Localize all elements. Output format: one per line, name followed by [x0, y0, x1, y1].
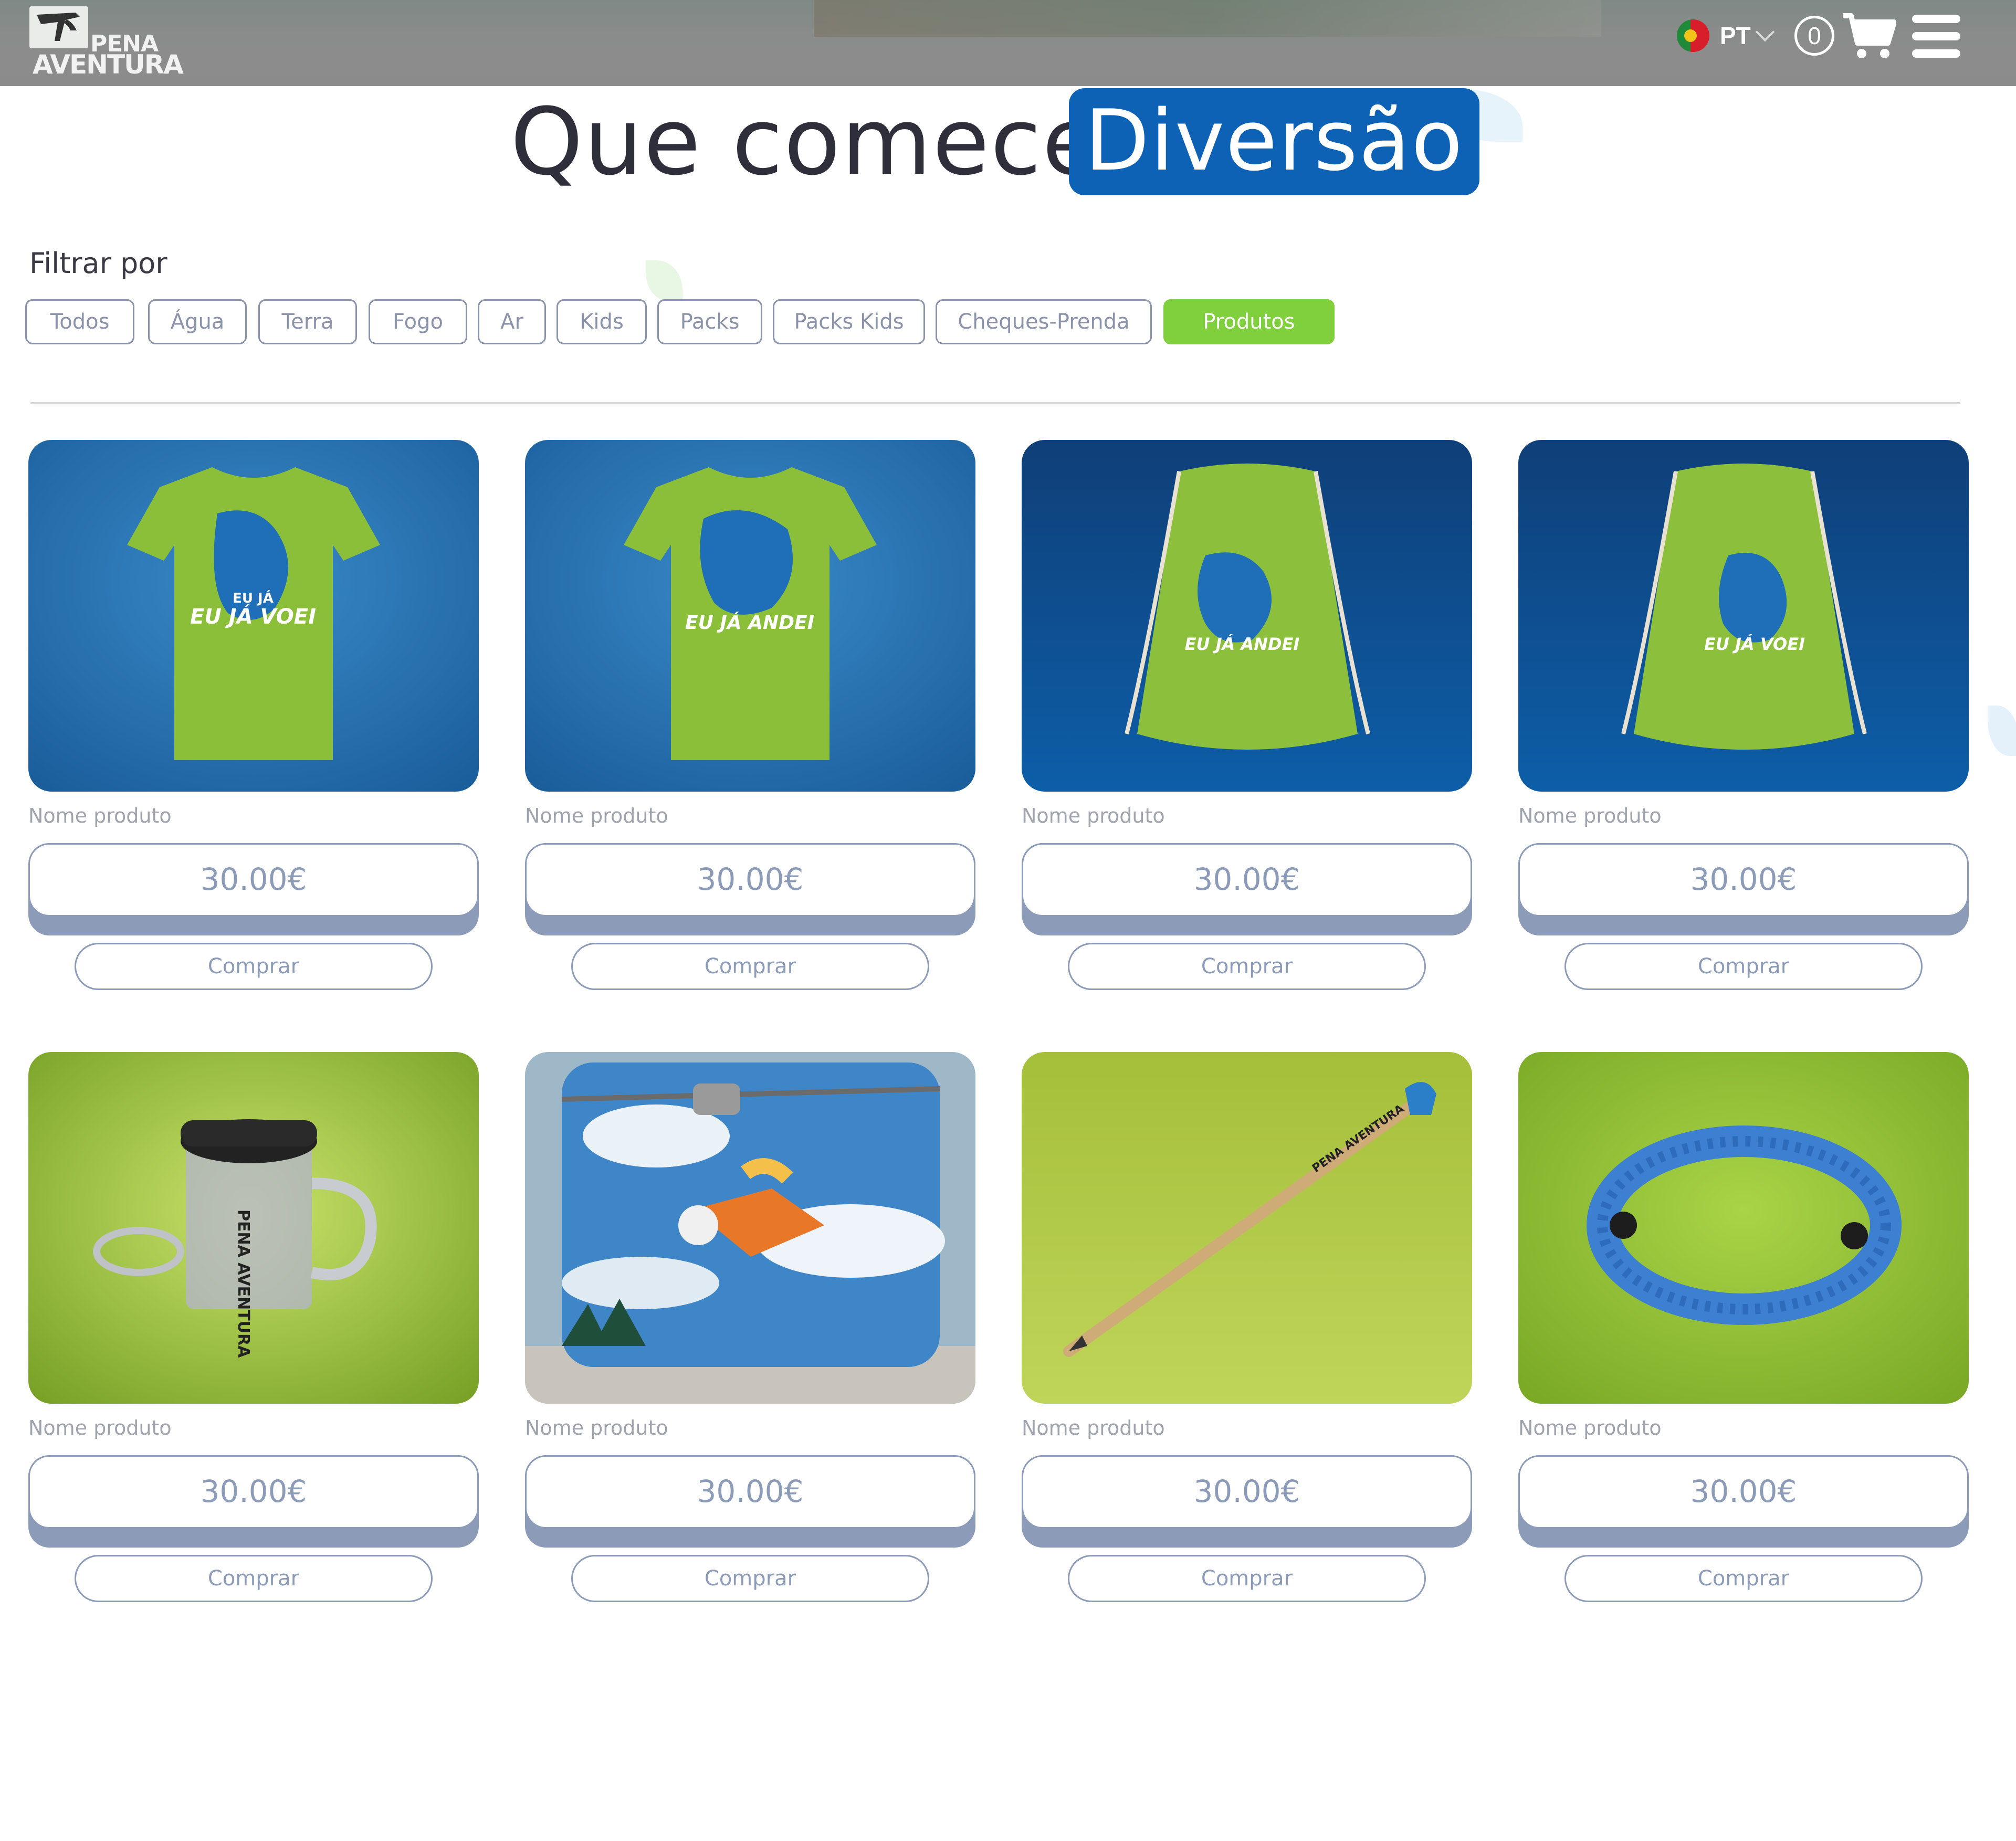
- site-logo[interactable]: PENA AVENTURA: [29, 3, 184, 80]
- price-box: 30.00€: [28, 843, 479, 935]
- decorative-leaf: [646, 260, 682, 302]
- image-text: EU JÁ VOEI: [190, 604, 316, 629]
- filter-chip-agua[interactable]: Água: [148, 299, 247, 344]
- filter-chip-packs[interactable]: Packs: [657, 299, 762, 344]
- product-price: 30.00€: [28, 1455, 479, 1529]
- filter-chip-ar[interactable]: Ar: [478, 299, 546, 344]
- filter-chip-packs-kids[interactable]: Packs Kids: [773, 299, 925, 344]
- product-image-magnet[interactable]: [525, 1052, 975, 1404]
- filter-label: Filtrar por: [29, 247, 167, 280]
- product-name: Nome produto: [1022, 804, 1165, 827]
- filter-chip-cheques-prenda[interactable]: Cheques-Prenda: [936, 299, 1152, 344]
- product-price: 30.00€: [1518, 1455, 1969, 1529]
- product-image-drawstring-bag[interactable]: EU JÁ ANDEI: [1022, 440, 1472, 792]
- filter-chip-fogo[interactable]: Fogo: [369, 299, 467, 344]
- product-name: Nome produto: [1022, 1416, 1165, 1439]
- buy-button[interactable]: Comprar: [571, 943, 929, 990]
- image-text: EU JÁ ANDEI: [1185, 634, 1300, 654]
- price-box: 30.00€: [1022, 1455, 1472, 1548]
- product-name: Nome produto: [28, 804, 172, 827]
- product-price: 30.00€: [525, 1455, 975, 1529]
- product-image-pencil[interactable]: PENA AVENTURA: [1022, 1052, 1472, 1404]
- buy-button[interactable]: Comprar: [75, 943, 433, 990]
- product-name: Nome produto: [1518, 804, 1662, 827]
- hero-highlight-badge: Diversão: [1069, 88, 1479, 195]
- price-box: 30.00€: [28, 1455, 479, 1548]
- buy-button[interactable]: Comprar: [1564, 943, 1923, 990]
- product-price: 30.00€: [1518, 843, 1969, 917]
- section-divider: [30, 402, 1960, 404]
- header-background-photo: [814, 0, 1601, 37]
- product-price: 30.00€: [1022, 1455, 1472, 1529]
- image-text: EU JÁ VOEI: [1704, 634, 1805, 654]
- language-selector[interactable]: PT: [1677, 19, 1775, 52]
- language-code: PT: [1720, 22, 1751, 49]
- filter-chip-kids[interactable]: Kids: [556, 299, 647, 344]
- top-bar: PENA AVENTURA PT 0: [0, 0, 2016, 86]
- price-box: 30.00€: [1518, 843, 1969, 935]
- price-box: 30.00€: [525, 1455, 975, 1548]
- buy-button[interactable]: Comprar: [75, 1555, 433, 1602]
- product-price: 30.00€: [1022, 843, 1472, 917]
- product-image-mug[interactable]: PENA AVENTURA: [28, 1052, 479, 1404]
- product-name: Nome produto: [525, 1416, 668, 1439]
- buy-button[interactable]: Comprar: [1068, 1555, 1426, 1602]
- filter-chip-terra[interactable]: Terra: [258, 299, 357, 344]
- buy-button[interactable]: Comprar: [571, 1555, 929, 1602]
- product-name: Nome produto: [525, 804, 668, 827]
- product-price: 30.00€: [525, 843, 975, 917]
- product-image-bracelet[interactable]: [1518, 1052, 1969, 1404]
- portugal-flag-icon: [1677, 19, 1709, 52]
- shopping-cart-icon[interactable]: [1842, 13, 1897, 62]
- product-price: 30.00€: [28, 843, 479, 917]
- product-image-drawstring-bag[interactable]: EU JÁ VOEI: [1518, 440, 1969, 792]
- image-text: PENA AVENTURA: [234, 1209, 253, 1358]
- chevron-down-icon: [1755, 22, 1775, 42]
- price-box: 30.00€: [1022, 843, 1472, 935]
- decorative-leaf: [1988, 706, 2016, 756]
- logo-flag-icon: [29, 6, 88, 48]
- product-image-tshirt[interactable]: EU JÁ ANDEI: [525, 440, 975, 792]
- cart-count-badge[interactable]: 0: [1794, 16, 1834, 56]
- image-text: EU JÁ ANDEI: [685, 612, 814, 634]
- filter-chip-todos[interactable]: Todos: [25, 299, 134, 344]
- product-name: Nome produto: [28, 1416, 172, 1439]
- buy-button[interactable]: Comprar: [1564, 1555, 1923, 1602]
- logo-text-bottom: AVENTURA: [33, 49, 184, 80]
- filter-chip-produtos[interactable]: Produtos: [1163, 299, 1335, 344]
- svg-text:EU JÁ: EU JÁ: [233, 590, 274, 606]
- buy-button[interactable]: Comprar: [1068, 943, 1426, 990]
- price-box: 30.00€: [1518, 1455, 1969, 1548]
- price-box: 30.00€: [525, 843, 975, 935]
- hamburger-menu-icon[interactable]: [1912, 15, 1960, 58]
- product-image-tshirt[interactable]: EU JÁ EU JÁ VOEI: [28, 440, 479, 792]
- product-name: Nome produto: [1518, 1416, 1662, 1439]
